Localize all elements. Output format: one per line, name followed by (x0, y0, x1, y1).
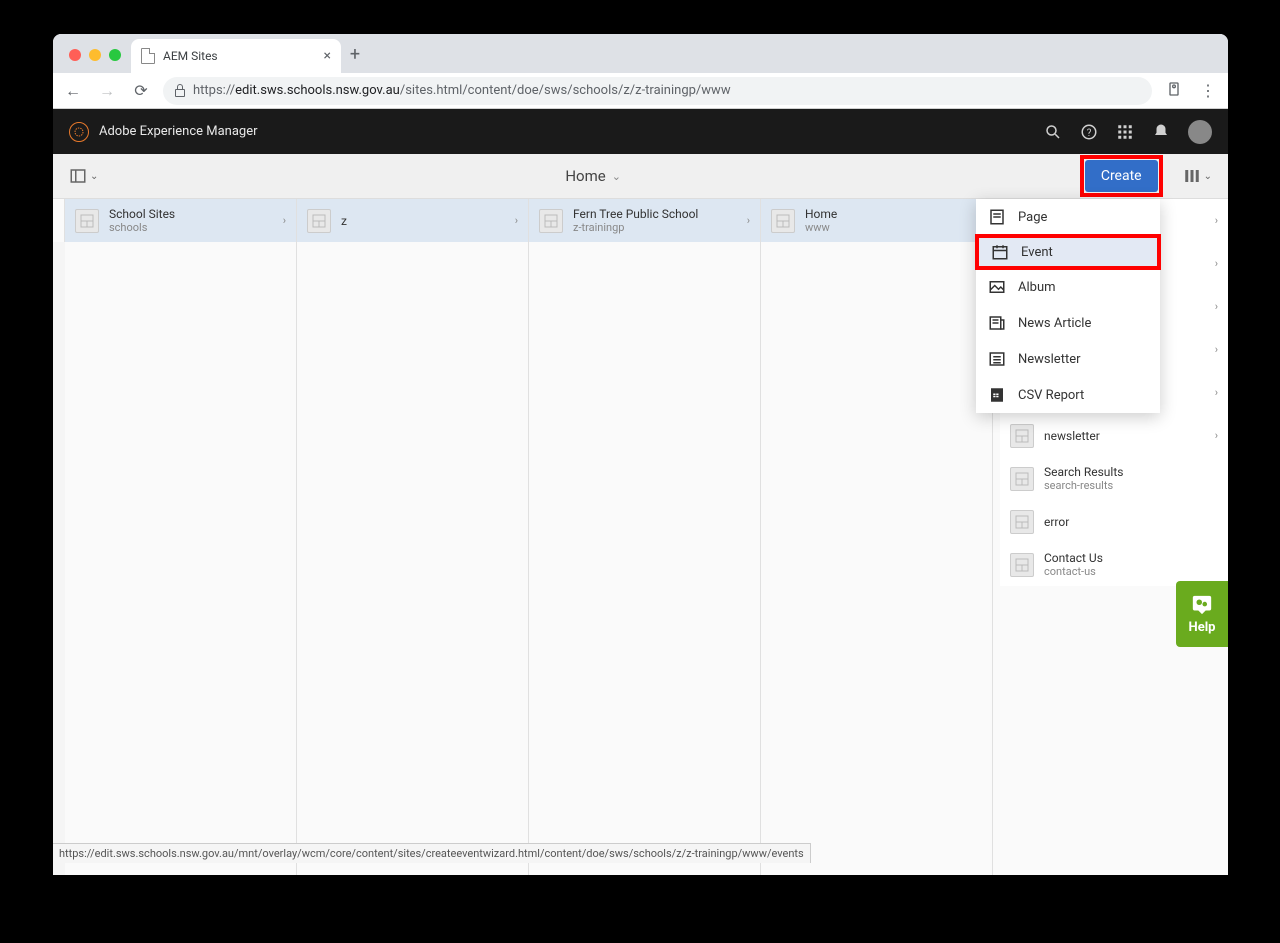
item-title: z (341, 214, 505, 228)
create-menu-csv-report[interactable]: CSV Report (976, 377, 1160, 413)
column-item[interactable]: Fern Tree Public Schoolz-trainingp › (529, 199, 760, 242)
column-item[interactable]: Homewww› (761, 199, 992, 242)
url-text: https://edit.sws.schools.nsw.gov.au/site… (193, 83, 731, 98)
chevron-right-icon: › (1215, 343, 1218, 356)
menu-item-label: Newsletter (1018, 352, 1081, 367)
create-menu-event[interactable]: Event (975, 234, 1161, 270)
column-item[interactable]: Search Resultssearch-results (1000, 457, 1228, 500)
window-controls (63, 49, 131, 73)
view-switcher-button[interactable]: ⌄ (1175, 163, 1220, 189)
column-item[interactable]: z› (297, 199, 528, 242)
chevron-right-icon: › (283, 214, 286, 227)
status-bar: https://edit.sws.schools.nsw.gov.au/mnt/… (53, 843, 811, 863)
item-title: School Sites (109, 207, 273, 221)
browser-tab[interactable]: AEM Sites × (131, 39, 341, 73)
calendar-icon (991, 243, 1009, 261)
item-subtitle: z-trainingp (573, 221, 737, 234)
item-subtitle: search-results (1044, 479, 1218, 492)
menu-item-label: Album (1018, 280, 1056, 295)
page-thumb-icon (307, 209, 331, 233)
chevron-right-icon: › (1215, 429, 1218, 442)
extension-icon[interactable] (1162, 81, 1186, 101)
chevron-right-icon: › (515, 214, 518, 227)
url-input[interactable]: https://edit.sws.schools.nsw.gov.au/site… (163, 77, 1152, 105)
address-bar: ← → ⟳ https://edit.sws.schools.nsw.gov.a… (53, 73, 1228, 109)
browser-menu-button[interactable]: ⋮ (1196, 81, 1220, 100)
create-menu-news-article[interactable]: News Article (976, 305, 1160, 341)
close-tab-button[interactable]: × (324, 48, 331, 64)
notifications-icon[interactable] (1152, 123, 1170, 141)
menu-item-label: CSV Report (1018, 388, 1084, 403)
page-thumb-icon (1010, 553, 1034, 577)
create-button[interactable]: Create (1085, 160, 1158, 192)
file-icon (141, 48, 155, 64)
create-dropdown: Page Event Album News Article Newsletter CSV … (976, 199, 1160, 413)
column-view: School Sitesschools›z›Fern Tree Public S… (53, 199, 1228, 875)
aem-global-header: Adobe Experience Manager ? (53, 109, 1228, 154)
item-title: Contact Us (1044, 551, 1218, 565)
page-thumb-icon (1010, 510, 1034, 534)
close-window-button[interactable] (69, 49, 81, 61)
create-menu-album[interactable]: Album (976, 269, 1160, 305)
help-widget-button[interactable]: Help (1176, 581, 1228, 647)
tab-title: AEM Sites (163, 49, 218, 63)
page-thumb-icon (75, 209, 99, 233)
chevron-right-icon: › (1215, 386, 1218, 399)
product-name: Adobe Experience Manager (99, 124, 258, 139)
browser-tab-bar: AEM Sites × + (53, 34, 1228, 73)
item-subtitle: www (805, 221, 969, 234)
svg-text:?: ? (1087, 127, 1092, 138)
action-bar: ⌄ Home⌄ Create ⌄ (53, 154, 1228, 199)
create-button-highlight: Create (1080, 155, 1163, 197)
column-item[interactable]: School Sitesschools › (65, 199, 296, 242)
list-icon (988, 350, 1006, 368)
aem-logo-icon[interactable] (69, 122, 89, 142)
minimize-window-button[interactable] (89, 49, 101, 61)
forward-button[interactable]: → (95, 81, 119, 101)
page-thumb-icon (771, 209, 795, 233)
item-title: newsletter (1044, 429, 1205, 443)
rail-toggle-button[interactable]: ⌄ (61, 163, 106, 189)
column-item[interactable]: Contact Uscontact-us (1000, 543, 1228, 586)
page-thumb-icon (539, 209, 563, 233)
menu-item-label: News Article (1018, 316, 1091, 331)
create-menu-newsletter[interactable]: Newsletter (976, 341, 1160, 377)
image-icon (988, 278, 1006, 296)
page-icon (988, 208, 1006, 226)
page-thumb-icon (1010, 467, 1034, 491)
back-button[interactable]: ← (61, 81, 85, 101)
column-item[interactable]: error (1000, 500, 1228, 543)
create-menu-page[interactable]: Page (976, 199, 1160, 235)
column-item[interactable]: newsletter › (1000, 414, 1228, 457)
maximize-window-button[interactable] (109, 49, 121, 61)
lock-icon (175, 89, 185, 97)
user-avatar[interactable] (1188, 120, 1212, 144)
solutions-icon[interactable] (1116, 123, 1134, 141)
item-title: Home (805, 207, 969, 221)
chevron-right-icon: › (747, 214, 750, 227)
chevron-right-icon: › (1215, 300, 1218, 313)
chevron-right-icon: › (1215, 214, 1218, 227)
item-title: error (1044, 515, 1218, 529)
new-tab-button[interactable]: + (341, 44, 369, 73)
page-thumb-icon (1010, 424, 1034, 448)
item-title: Search Results (1044, 465, 1218, 479)
menu-item-label: Event (1021, 245, 1053, 260)
search-icon[interactable] (1044, 123, 1062, 141)
item-subtitle: contact-us (1044, 565, 1218, 578)
chevron-right-icon: › (1215, 257, 1218, 270)
reload-button[interactable]: ⟳ (129, 81, 153, 100)
news-icon (988, 314, 1006, 332)
item-title: Fern Tree Public School (573, 207, 737, 221)
csv-icon (988, 386, 1006, 404)
item-subtitle: schools (109, 221, 273, 234)
breadcrumb-title[interactable]: Home⌄ (565, 167, 621, 185)
menu-item-label: Page (1018, 210, 1047, 225)
help-icon[interactable]: ? (1080, 123, 1098, 141)
